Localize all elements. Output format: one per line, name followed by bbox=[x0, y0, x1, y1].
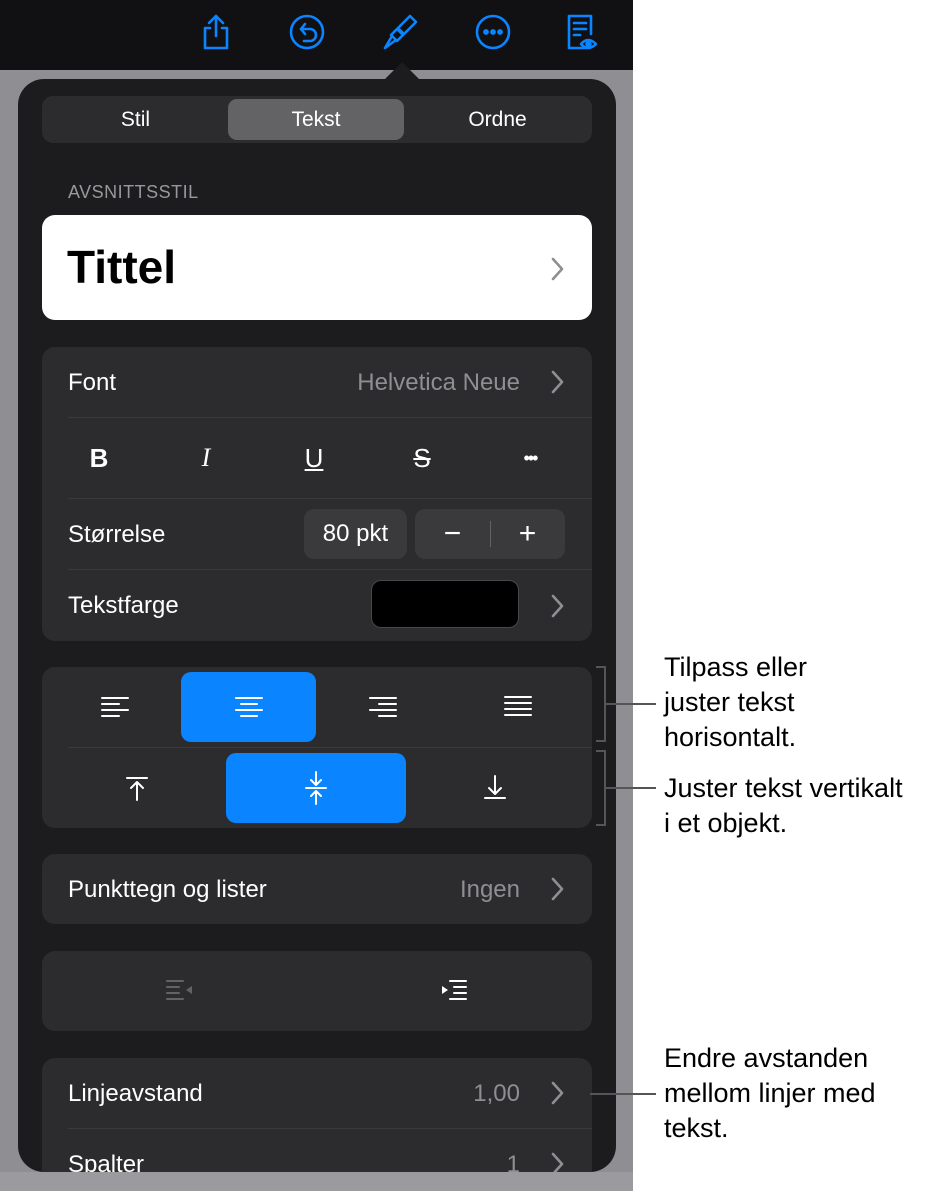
divider bbox=[68, 747, 592, 748]
callout-vertical-align: Juster tekst vertikalt i et objekt. bbox=[664, 773, 903, 838]
callout-bracket bbox=[596, 666, 606, 742]
callout-bracket bbox=[596, 750, 606, 826]
callout-leader bbox=[590, 1093, 656, 1095]
chevron-right-icon bbox=[551, 1081, 564, 1105]
bullets-label: Punkttegn og lister bbox=[68, 876, 267, 903]
outdent-icon bbox=[165, 980, 192, 1000]
format-brush-icon[interactable] bbox=[378, 10, 422, 54]
divider bbox=[68, 498, 592, 499]
paragraph-style-value: Tittel bbox=[67, 241, 177, 293]
align-bottom-icon bbox=[484, 775, 506, 799]
align-justify-icon bbox=[503, 696, 532, 716]
chevron-right-icon bbox=[551, 370, 564, 394]
tab-ordne[interactable]: Ordne bbox=[406, 99, 589, 140]
align-top-icon bbox=[126, 777, 148, 801]
text-color-row[interactable]: Tekstfarge bbox=[42, 570, 592, 641]
align-justify-button[interactable] bbox=[450, 672, 585, 742]
decrease-indent-button[interactable] bbox=[82, 956, 277, 1026]
chevron-right-icon bbox=[551, 594, 564, 618]
chevron-right-icon bbox=[551, 877, 564, 901]
popover-arrow bbox=[384, 62, 420, 80]
align-bottom-button[interactable] bbox=[406, 753, 584, 823]
text-color-label: Tekstfarge bbox=[68, 592, 179, 619]
align-left-icon bbox=[100, 697, 129, 717]
line-spacing-row[interactable]: Linjeavstand 1,00 bbox=[42, 1058, 592, 1128]
columns-label: Spalter bbox=[68, 1151, 145, 1172]
alignment-group bbox=[42, 667, 592, 828]
more-text-options-button[interactable]: ••• bbox=[500, 433, 560, 483]
bullets-value: Ingen bbox=[459, 876, 520, 903]
paragraph-style-heading: AVSNITTSSTIL bbox=[68, 182, 199, 202]
align-left-button[interactable] bbox=[47, 672, 182, 742]
paragraph-style-button[interactable]: Tittel bbox=[42, 215, 592, 320]
chevron-right-icon bbox=[551, 257, 564, 281]
increase-indent-button[interactable] bbox=[355, 956, 550, 1026]
font-value: Helvetica Neue bbox=[357, 369, 520, 396]
divider bbox=[68, 417, 592, 418]
align-center-icon bbox=[234, 697, 263, 717]
share-icon[interactable] bbox=[194, 10, 238, 54]
align-middle-icon bbox=[305, 771, 327, 805]
font-size-stepper: − + bbox=[415, 509, 565, 559]
indent-group bbox=[42, 951, 592, 1031]
tab-stil[interactable]: Stil bbox=[45, 99, 226, 140]
format-popover: Stil Tekst Ordne AVSNITTSSTIL Tittel Fon… bbox=[18, 79, 616, 1172]
reading-view-icon[interactable] bbox=[558, 10, 602, 54]
document-background bbox=[0, 1172, 633, 1191]
line-spacing-value: 1,00 bbox=[473, 1080, 520, 1107]
align-right-button[interactable] bbox=[315, 672, 450, 742]
font-label: Font bbox=[68, 369, 117, 396]
font-settings-group: Font Helvetica Neue B I U S ••• Størrels… bbox=[42, 347, 592, 641]
indent-icon bbox=[441, 980, 467, 1000]
decrease-size-button[interactable]: − bbox=[415, 509, 490, 559]
line-spacing-label: Linjeavstand bbox=[68, 1080, 203, 1107]
callout-horizontal-align: Tilpass eller juster tekst horisontalt. bbox=[664, 652, 808, 752]
callout-leader bbox=[606, 787, 656, 789]
callout-line-spacing: Endre avstanden mellom linjer med tekst. bbox=[664, 1043, 876, 1143]
strikethrough-button[interactable]: S bbox=[392, 433, 452, 483]
align-top-button[interactable] bbox=[48, 753, 226, 823]
more-icon[interactable] bbox=[471, 10, 515, 54]
size-label: Størrelse bbox=[68, 521, 166, 548]
bullets-row[interactable]: Punkttegn og lister Ingen bbox=[42, 854, 592, 924]
screenshot-stage: Stil Tekst Ordne AVSNITTSSTIL Tittel Fon… bbox=[0, 0, 948, 1191]
undo-icon[interactable] bbox=[285, 10, 329, 54]
font-size-field[interactable]: 80 pkt bbox=[304, 509, 407, 559]
spacing-group: Linjeavstand 1,00 Spalter 1 bbox=[42, 1058, 592, 1172]
align-right-icon bbox=[368, 697, 397, 717]
tab-tekst[interactable]: Tekst bbox=[228, 99, 404, 140]
align-center-button[interactable] bbox=[181, 672, 316, 742]
format-tabs: Stil Tekst Ordne bbox=[42, 96, 592, 143]
columns-value: 1 bbox=[506, 1151, 520, 1172]
increase-size-button[interactable]: + bbox=[490, 509, 565, 559]
text-color-swatch[interactable] bbox=[371, 580, 519, 628]
callout-leader bbox=[606, 703, 656, 705]
columns-row[interactable]: Spalter 1 bbox=[42, 1129, 592, 1172]
underline-button[interactable]: U bbox=[284, 433, 344, 483]
align-middle-button[interactable] bbox=[226, 753, 406, 823]
font-row[interactable]: Font Helvetica Neue bbox=[42, 347, 592, 417]
bold-button[interactable]: B bbox=[69, 433, 129, 483]
italic-button[interactable]: I bbox=[176, 433, 236, 483]
chevron-right-icon bbox=[551, 1152, 564, 1172]
